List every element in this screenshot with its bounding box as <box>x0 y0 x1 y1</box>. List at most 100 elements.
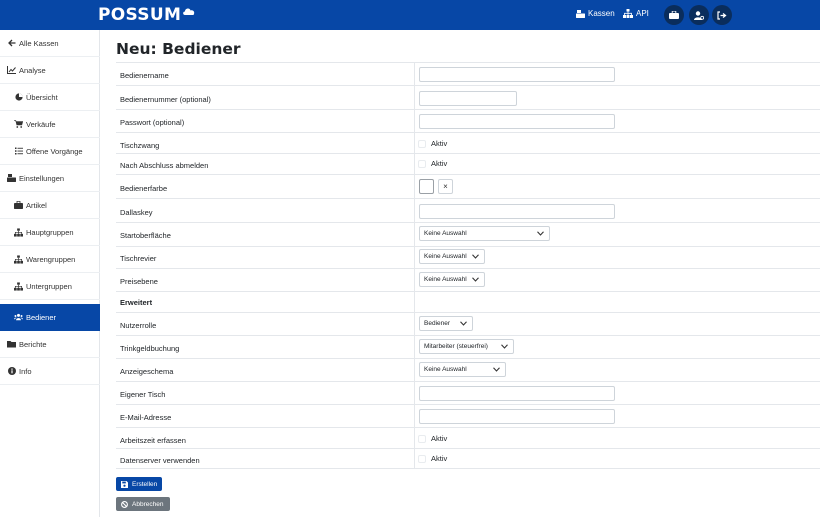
sidebar-item-verkaeufe[interactable]: Verkäufe <box>0 111 100 138</box>
trinkgeld-label: Trinkgeldbuchung <box>120 344 180 353</box>
info-icon <box>7 367 16 376</box>
row-nutzerrolle: Nutzerrolle Bediener <box>116 312 820 335</box>
chevron-down-icon <box>472 254 479 259</box>
row-passwort: Passwort (optional) <box>116 109 820 132</box>
sidebar-item-warengruppen[interactable]: Warengruppen <box>0 246 100 273</box>
create-button[interactable]: Erstellen <box>116 477 162 491</box>
column-divider <box>414 449 415 468</box>
select-value: Keine Auswahl <box>424 230 467 237</box>
chevron-down-icon <box>537 231 544 236</box>
nutzerrolle-select[interactable]: Bediener <box>419 316 473 331</box>
tischzwang-label: Tischzwang <box>120 141 160 150</box>
tischrevier-select[interactable]: Keine Auswahl <box>419 249 485 264</box>
tischzwang-checkbox[interactable]: Aktiv <box>418 139 447 148</box>
sidebar-item-offene-vorgaenge[interactable]: Offene Vorgänge <box>0 138 100 165</box>
sidebar-item-label: Übersicht <box>26 92 58 102</box>
sidebar-item-berichte[interactable]: Berichte <box>0 331 100 358</box>
checkbox-box[interactable] <box>418 434 426 443</box>
arbeitszeit-checkbox[interactable]: Aktiv <box>418 434 447 443</box>
sidebar-item-untergruppen[interactable]: Untergruppen <box>0 273 100 300</box>
datenserver-checkbox[interactable]: Aktiv <box>418 454 447 463</box>
trinkgeld-select[interactable]: Mitarbeiter (steuerfrei) <box>419 339 514 354</box>
sidebar-item-label: Warengruppen <box>26 254 76 264</box>
abmelden-checkbox[interactable]: Aktiv <box>418 159 447 168</box>
sidebar-item-label: Artikel <box>26 200 47 210</box>
column-divider <box>414 382 415 404</box>
bedienername-label: Bedienername <box>120 71 169 80</box>
eigener-tisch-input[interactable] <box>419 386 615 401</box>
row-tischzwang: Tischzwang Aktiv <box>116 132 820 153</box>
sidebar-item-label: Verkäufe <box>26 119 56 129</box>
column-divider <box>414 359 415 381</box>
sidebar-item-einstellungen[interactable]: Einstellungen <box>0 165 100 192</box>
briefcase-button[interactable] <box>664 5 684 25</box>
clear-color-button[interactable]: × <box>438 179 453 194</box>
brand-name: POSSUM <box>98 5 182 25</box>
cancel-button-label: Abbrechen <box>132 500 164 508</box>
preisebene-select[interactable]: Keine Auswahl <box>419 272 485 287</box>
sidebar-item-label: Untergruppen <box>26 281 72 291</box>
brand-logo[interactable]: POSSUM <box>98 5 196 25</box>
cancel-button[interactable]: Abbrechen <box>116 497 170 511</box>
nav-api-label: API <box>636 9 649 18</box>
sidebar-item-hauptgruppen[interactable]: Hauptgruppen <box>0 219 100 246</box>
column-divider <box>414 313 415 335</box>
bedienernummer-input[interactable] <box>419 91 517 106</box>
checkbox-label: Aktiv <box>431 139 448 148</box>
column-divider <box>414 405 415 427</box>
tischrevier-label: Tischrevier <box>120 254 157 263</box>
checkbox-box[interactable] <box>418 454 426 463</box>
bedienername-input[interactable] <box>419 67 615 82</box>
email-input[interactable] <box>419 409 615 424</box>
sidebar-item-label: Alle Kassen <box>19 38 59 48</box>
sidebar-item-artikel[interactable]: Artikel <box>0 192 100 219</box>
dallaskey-input[interactable] <box>419 204 615 219</box>
startoberflaeche-select[interactable]: Keine Auswahl <box>419 226 550 241</box>
briefcase-icon <box>14 201 23 210</box>
chevron-down-icon <box>472 277 479 282</box>
row-startoberflaeche: Startoberfläche Keine Auswahl <box>116 222 820 246</box>
nav-kassen[interactable]: Kassen <box>576 9 615 18</box>
cash-register-icon <box>7 174 16 183</box>
page-title: Neu: Bediener <box>116 40 241 58</box>
nutzerrolle-label: Nutzerrolle <box>120 321 157 330</box>
sidebar-item-bediener[interactable]: Bediener <box>0 304 100 331</box>
row-anzeigeschema: Anzeigeschema Keine Auswahl <box>116 358 820 381</box>
checkbox-box[interactable] <box>418 139 426 148</box>
select-value: Bediener <box>424 320 451 327</box>
ban-icon <box>121 500 128 508</box>
users-icon <box>14 313 23 322</box>
sidebar-item-alle-kassen[interactable]: Alle Kassen <box>0 30 100 57</box>
column-divider <box>414 63 415 85</box>
row-bedienernummer: Bedienernummer (optional) <box>116 85 820 109</box>
user-settings-button[interactable] <box>689 5 709 25</box>
select-value: Keine Auswahl <box>424 253 467 260</box>
column-divider <box>414 223 415 246</box>
logout-button[interactable] <box>712 5 732 25</box>
folder-icon <box>7 340 16 349</box>
row-abmelden: Nach Abschluss abmelden Aktiv <box>116 153 820 174</box>
nav-api[interactable]: API <box>623 9 649 18</box>
column-divider <box>414 199 415 222</box>
sidebar-item-uebersicht[interactable]: Übersicht <box>0 84 100 111</box>
column-divider <box>414 154 415 174</box>
arrow-left-icon <box>7 39 16 48</box>
arbeitszeit-label: Arbeitszeit erfassen <box>120 436 186 445</box>
sidebar-item-label: Berichte <box>19 339 47 349</box>
checkbox-box[interactable] <box>418 159 426 168</box>
sidebar-item-label: Offene Vorgänge <box>26 146 83 156</box>
sidebar-item-info[interactable]: Info <box>0 358 100 385</box>
chevron-down-icon <box>493 367 500 372</box>
passwort-input[interactable] <box>419 114 615 129</box>
user-cog-icon <box>694 10 704 20</box>
row-dallaskey: Dallaskey <box>116 198 820 222</box>
anzeigeschema-select[interactable]: Keine Auswahl <box>419 362 506 377</box>
eigener-tisch-label: Eigener Tisch <box>120 390 166 399</box>
column-divider <box>414 428 415 448</box>
row-bedienername: Bedienername <box>116 62 820 85</box>
bedienernummer-label: Bedienernummer (optional) <box>120 95 211 104</box>
sidebar-item-analyse[interactable]: Analyse <box>0 57 100 84</box>
cloud-icon <box>183 8 195 15</box>
color-picker[interactable] <box>419 179 434 194</box>
preisebene-label: Preisebene <box>120 277 158 286</box>
